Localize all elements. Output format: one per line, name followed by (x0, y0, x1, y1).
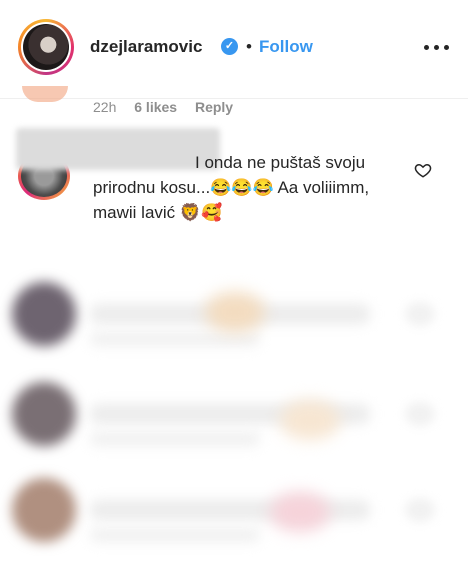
blurred-text (90, 332, 260, 346)
previous-comment-avatar[interactable] (22, 86, 68, 102)
comment-text: xxxxxxxxxxxxI onda ne puštaš svoju priro… (93, 150, 403, 225)
blurred-comment-row (0, 478, 468, 558)
avatar-image (23, 24, 69, 70)
text-indent: xxxxxxxxxxxx (93, 153, 195, 172)
reply-button[interactable]: Reply (195, 99, 233, 115)
blurred-text (90, 432, 260, 446)
blurred-heart-icon (405, 498, 435, 522)
follow-button[interactable]: Follow (259, 37, 313, 57)
avatar-frame (21, 22, 71, 72)
profile-avatar[interactable] (18, 19, 74, 75)
post-header: dzejlaramovic ✓ • Follow (0, 0, 468, 99)
blurred-avatar (12, 382, 76, 446)
comment-likes[interactable]: 6 likes (134, 99, 177, 115)
blurred-text (90, 528, 260, 542)
heart-outline-icon[interactable] (414, 161, 432, 179)
more-options-icon[interactable] (424, 36, 450, 56)
comment-meta: 22h 6 likes Reply (93, 99, 233, 115)
blurred-emoji (270, 492, 330, 532)
blurred-avatar (12, 282, 76, 346)
blurred-comment-row (0, 382, 468, 462)
blurred-emoji (280, 400, 340, 440)
comment-time[interactable]: 22h (93, 99, 116, 115)
username-link[interactable]: dzejlaramovic (90, 37, 202, 57)
verified-badge-icon: ✓ (221, 38, 238, 55)
blurred-avatar (12, 478, 76, 542)
separator-dot: • (246, 37, 252, 56)
blurred-comment-row (0, 282, 468, 362)
blurred-emoji (205, 292, 265, 332)
blurred-heart-icon (405, 402, 435, 426)
blurred-heart-icon (405, 302, 435, 326)
